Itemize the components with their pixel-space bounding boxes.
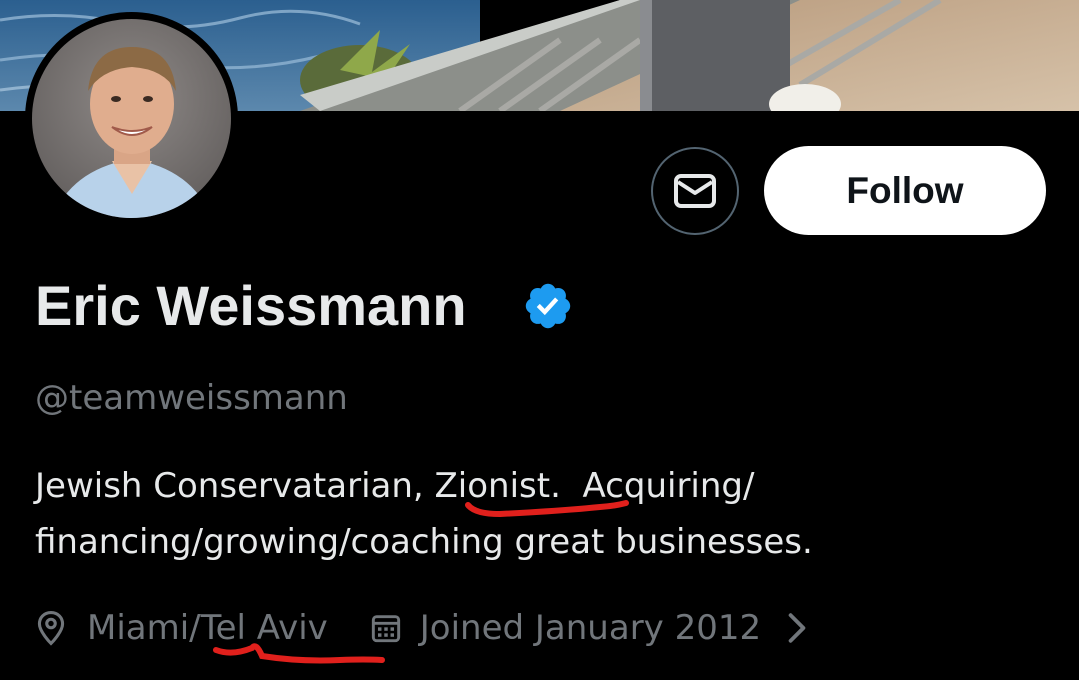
message-button[interactable] [651, 147, 739, 235]
bio-line: financing/growing/coaching great busines… [35, 522, 813, 562]
joined-date-text: Joined January 2012 [419, 608, 762, 648]
envelope-icon [674, 174, 716, 208]
location-text: Miami/Tel Aviv [87, 608, 328, 648]
bio-line: Jewish Conservatarian, Zionist. Acquirin… [35, 466, 755, 506]
username-handle: @teamweissmann [35, 378, 348, 418]
profile-meta: Miami/Tel Aviv Joined January 2012 [35, 600, 807, 656]
calendar-icon [370, 612, 402, 644]
chevron-right-icon[interactable] [787, 612, 807, 644]
profile-page: Follow Eric Weissmann @teamweissmann Jew… [0, 0, 1079, 680]
avatar[interactable] [25, 12, 238, 225]
display-name: Eric Weissmann [35, 274, 467, 337]
profile-bio: Jewish Conservatarian, Zionist. Acquirin… [35, 458, 1035, 570]
follow-button-label: Follow [846, 169, 964, 211]
verified-badge-icon[interactable] [522, 280, 574, 332]
follow-button[interactable]: Follow [764, 146, 1046, 235]
map-pin-icon [35, 610, 67, 646]
avatar-photo [32, 19, 231, 218]
